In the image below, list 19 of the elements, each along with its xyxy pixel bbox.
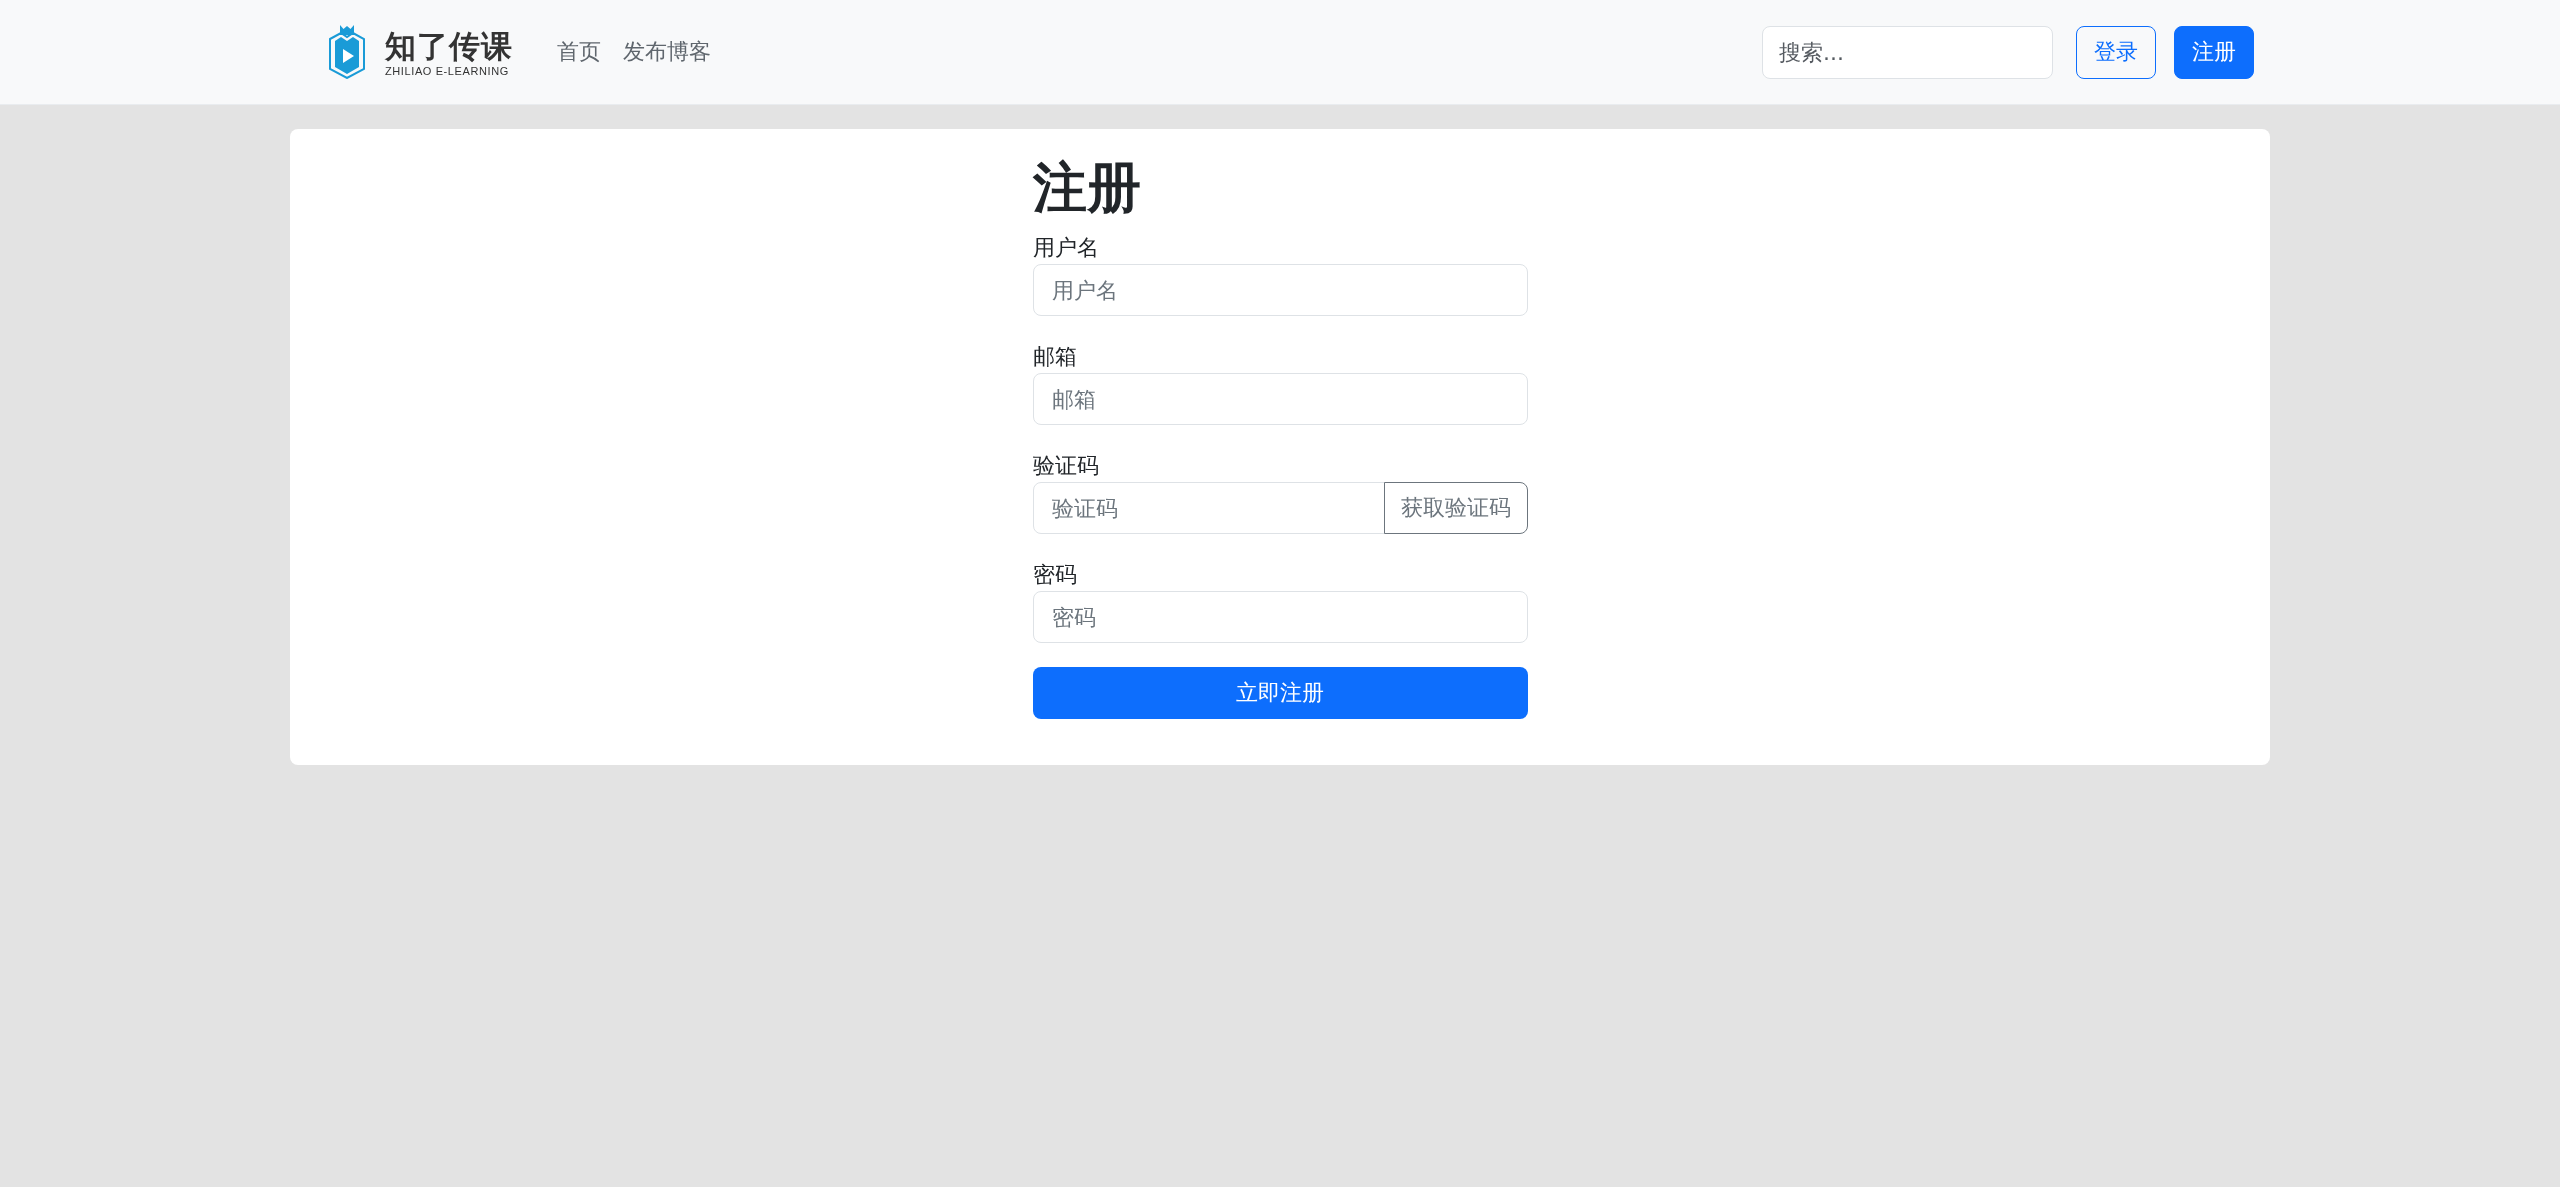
nav-link[interactable]: 发布博客 [612,29,722,75]
logo-title: 知了传课 [385,27,513,64]
field-label: 验证码 [1032,452,1100,480]
register-button[interactable]: 注册 [2174,25,2254,79]
page-title: 注册 [1032,155,1142,220]
field-label: 邮箱 [1032,343,1078,371]
get-code-button[interactable]: 获取验证码 [1383,482,1528,534]
field-label: 用户名 [1032,234,1100,262]
input-field[interactable]: 验证码 [1032,482,1385,534]
submit-button[interactable]: 立即注册 [1032,667,1528,719]
logo-icon [327,25,367,79]
input-field[interactable]: 用户名 [1032,264,1528,316]
field-label: 密码 [1032,561,1078,589]
input-field[interactable]: 密码 [1032,591,1528,643]
login-button[interactable]: 登录 [2076,25,2156,79]
search-field[interactable]: 搜索... [1762,25,2053,79]
logo-subtitle: ZHILIAO E-LEARNING [385,65,510,77]
input-field[interactable]: 邮箱 [1032,373,1528,425]
nav-link[interactable]: 首页 [546,29,612,75]
